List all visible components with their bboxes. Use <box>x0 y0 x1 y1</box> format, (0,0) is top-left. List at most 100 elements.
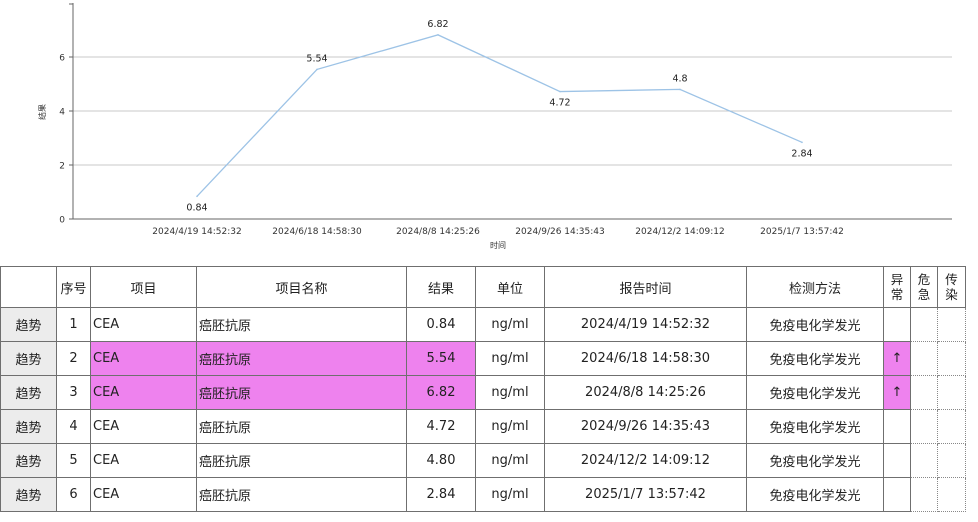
table-row[interactable]: 趋势 3 CEA 癌胚抗原 6.82 ng/ml 2024/8/8 14:25:26 免疫电化… <box>0 375 966 410</box>
row-seq: 5 <box>56 443 91 478</box>
row-seq: 1 <box>56 307 91 342</box>
series-line <box>196 34 803 197</box>
header-result[interactable]: 结果 <box>406 266 476 308</box>
trend-button[interactable]: 趋势 <box>0 375 57 410</box>
row-name: 癌胚抗原 <box>196 307 407 342</box>
row-critical-flag <box>910 341 938 376</box>
header-infectious-2: 染 <box>945 287 958 302</box>
row-critical-flag <box>910 409 938 444</box>
header-abnormal-1: 异 <box>890 272 904 287</box>
data-label: 2.84 <box>791 148 812 159</box>
row-unit: ng/ml <box>475 443 545 478</box>
data-label: 5.54 <box>306 53 327 64</box>
row-infectious-flag <box>937 409 966 444</box>
row-result: 5.54 <box>406 341 476 376</box>
row-unit: ng/ml <box>475 307 545 342</box>
x-tick-label: 2025/1/7 13:57:42 <box>760 227 844 237</box>
row-unit: ng/ml <box>475 477 545 512</box>
row-seq: 2 <box>56 341 91 376</box>
header-method[interactable]: 检测方法 <box>746 266 884 308</box>
trend-button[interactable]: 趋势 <box>0 307 57 342</box>
header-abnormal-2: 常 <box>890 287 904 302</box>
row-abnormal-flag <box>883 443 911 478</box>
table-row[interactable]: 趋势 4 CEA 癌胚抗原 4.72 ng/ml 2024/9/26 14:35:43 免疫电… <box>0 409 966 444</box>
row-item: CEA <box>90 307 197 342</box>
table-row[interactable]: 趋势 2 CEA 癌胚抗原 5.54 ng/ml 2024/6/18 14:58:30 免疫电… <box>0 341 966 376</box>
y-tick-label: 2 <box>59 162 65 172</box>
header-abnormal[interactable]: 异常 <box>883 266 911 308</box>
header-unit[interactable]: 单位 <box>475 266 545 308</box>
row-infectious-flag <box>937 375 966 410</box>
row-unit: ng/ml <box>475 341 545 376</box>
row-result: 4.72 <box>406 409 476 444</box>
x-tick-label: 2024/6/18 14:58:30 <box>272 227 362 237</box>
header-seq[interactable]: 序号 <box>56 266 91 308</box>
trend-button[interactable]: 趋势 <box>0 341 57 376</box>
x-tick-label: 2024/12/2 14:09:12 <box>635 227 724 237</box>
table-row[interactable]: 趋势 6 CEA 癌胚抗原 2.84 ng/ml 2025/1/7 13:57:42 免疫电化… <box>0 477 966 512</box>
trend-button[interactable]: 趋势 <box>0 443 57 478</box>
row-item: CEA <box>90 341 197 376</box>
row-name: 癌胚抗原 <box>196 443 407 478</box>
table-body: 趋势 1 CEA 癌胚抗原 0.84 ng/ml 2024/4/19 14:52:32 免疫电… <box>0 307 966 512</box>
x-tick-label: 2024/4/19 14:52:32 <box>152 227 241 237</box>
header-critical[interactable]: 危急 <box>910 266 938 308</box>
row-time: 2025/1/7 13:57:42 <box>544 477 747 512</box>
row-infectious-flag <box>937 341 966 376</box>
row-seq: 4 <box>56 409 91 444</box>
row-method: 免疫电化学发光 <box>746 341 884 376</box>
row-result: 2.84 <box>406 477 476 512</box>
data-label: 4.72 <box>549 98 570 109</box>
row-abnormal-flag <box>883 477 911 512</box>
data-point <box>679 88 681 91</box>
row-critical-flag <box>910 375 938 410</box>
x-axis-title: 时间 <box>490 240 506 250</box>
row-method: 免疫电化学发光 <box>746 409 884 444</box>
header-critical-1: 危 <box>917 272 931 287</box>
table-header-row: 序号 项目 项目名称 结果 单位 报告时间 检测方法 异常 危急 传染 <box>0 266 966 308</box>
header-time[interactable]: 报告时间 <box>544 266 747 308</box>
row-item: CEA <box>90 409 197 444</box>
row-critical-flag <box>910 477 938 512</box>
data-point <box>437 34 439 36</box>
x-tick-label: 2024/8/8 14:25:26 <box>396 227 480 237</box>
row-result: 0.84 <box>406 307 476 342</box>
header-item[interactable]: 项目 <box>90 266 197 308</box>
row-name: 癌胚抗原 <box>196 341 407 376</box>
trend-button[interactable]: 趋势 <box>0 477 57 512</box>
row-infectious-flag <box>937 443 966 478</box>
row-name: 癌胚抗原 <box>196 409 407 444</box>
data-point <box>316 68 318 71</box>
row-item: CEA <box>90 443 197 478</box>
row-critical-flag <box>910 443 938 478</box>
row-item: CEA <box>90 477 197 512</box>
data-label: 4.8 <box>672 73 687 84</box>
row-result: 4.80 <box>406 443 476 478</box>
row-time: 2024/8/8 14:25:26 <box>544 375 747 410</box>
row-result: 6.82 <box>406 375 476 410</box>
trend-button[interactable]: 趋势 <box>0 409 57 444</box>
data-label: 6.82 <box>427 19 448 30</box>
row-unit: ng/ml <box>475 375 545 410</box>
row-infectious-flag <box>937 307 966 342</box>
table-row[interactable]: 趋势 1 CEA 癌胚抗原 0.84 ng/ml 2024/4/19 14:52:32 免疫电… <box>0 307 966 342</box>
table-row[interactable]: 趋势 5 CEA 癌胚抗原 4.80 ng/ml 2024/12/2 14:09:12 免疫电… <box>0 443 966 478</box>
trend-chart-svg: 0 2 4 6 2024/4/19 14:52:32 2024/6/18 14:58:30… <box>37 3 952 250</box>
row-method: 免疫电化学发光 <box>746 477 884 512</box>
header-infectious[interactable]: 传染 <box>937 266 966 308</box>
row-method: 免疫电化学发光 <box>746 375 884 410</box>
data-point <box>196 195 198 198</box>
row-abnormal-flag <box>883 409 911 444</box>
data-point <box>559 90 561 93</box>
header-name[interactable]: 项目名称 <box>196 266 407 308</box>
row-method: 免疫电化学发光 <box>746 307 884 342</box>
header-infectious-1: 传 <box>945 272 958 287</box>
row-time: 2024/6/18 14:58:30 <box>544 341 747 376</box>
row-abnormal-flag: ↑ <box>883 341 911 376</box>
row-time: 2024/12/2 14:09:12 <box>544 443 747 478</box>
row-method: 免疫电化学发光 <box>746 443 884 478</box>
row-seq: 3 <box>56 375 91 410</box>
y-tick-label: 6 <box>59 54 65 64</box>
row-infectious-flag <box>937 477 966 512</box>
row-seq: 6 <box>56 477 91 512</box>
